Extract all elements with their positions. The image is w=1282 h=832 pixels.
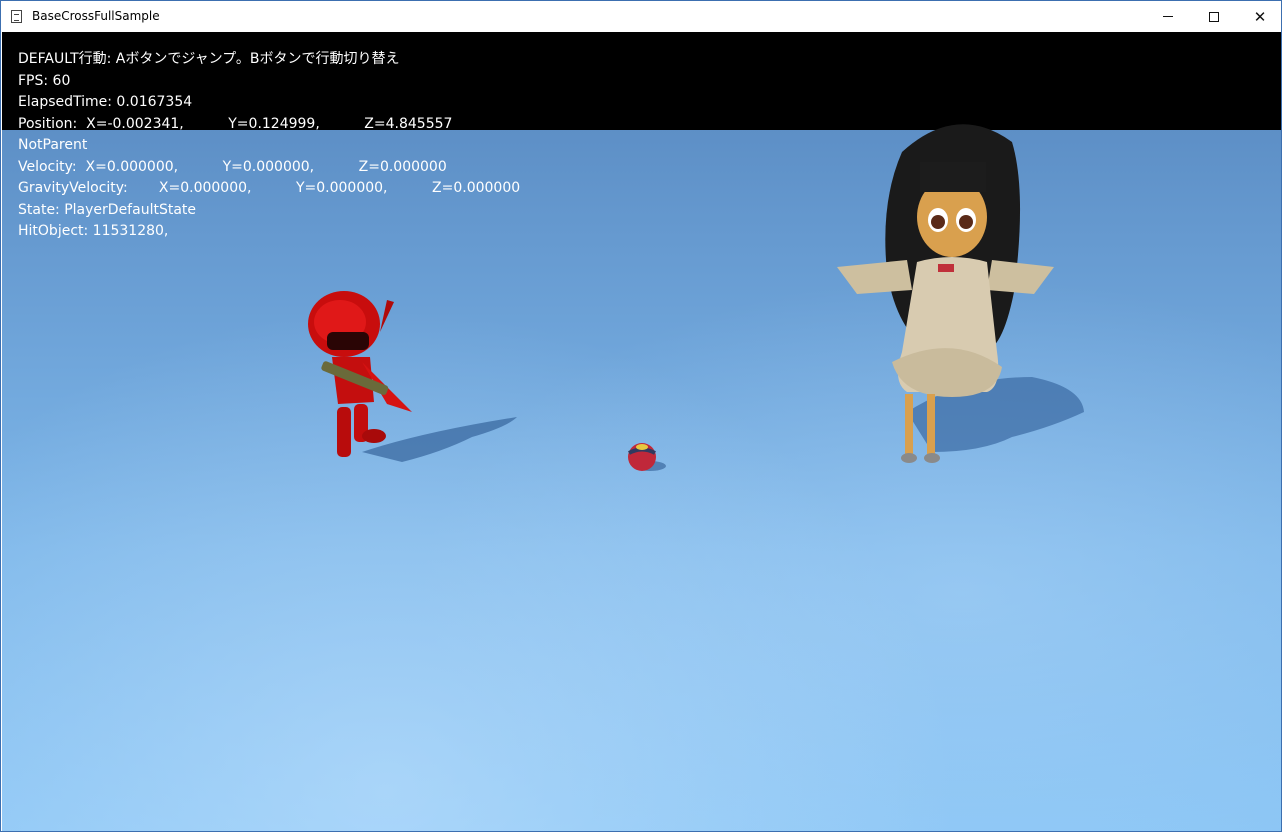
app-icon xyxy=(11,10,22,23)
red-robot-character xyxy=(308,291,412,457)
hud-gravity-velocity: GravityVelocity: X=0.000000, Y=0.000000,… xyxy=(18,180,521,196)
ball-player xyxy=(628,443,656,471)
hud-fps: FPS: 60 xyxy=(18,72,71,89)
title-bar[interactable]: BaseCrossFullSample ✕ xyxy=(1,1,1281,32)
maximize-icon xyxy=(1209,11,1219,22)
hud-elapsed-time: ElapsedTime: 0.0167354 xyxy=(18,94,193,110)
hud-hit-object: HitObject: 11531280, xyxy=(18,223,169,239)
window-title: BaseCrossFullSample xyxy=(32,9,160,23)
minimize-icon xyxy=(1163,16,1173,17)
close-button[interactable]: ✕ xyxy=(1237,1,1281,32)
hud-position: Position: X=-0.002341, Y=0.124999, Z=4.8… xyxy=(18,115,453,132)
hud-velocity: Velocity: X=0.000000, Y=0.000000, Z=0.00… xyxy=(18,158,447,175)
hud-state: State: PlayerDefaultState xyxy=(18,201,197,218)
close-icon: ✕ xyxy=(1253,7,1267,26)
robot-shadow xyxy=(362,417,517,462)
debug-hud: DEFAULT行動: Aボタンでジャンプ。Bボタンで行動切り替え FPS: 60… xyxy=(18,49,520,243)
app-window: BaseCrossFullSample ✕ DEFAULT行動: Aボタンでジャ… xyxy=(0,0,1282,832)
minimize-button[interactable] xyxy=(1145,1,1191,32)
game-viewport[interactable]: DEFAULT行動: Aボタンでジャンプ。Bボタンで行動切り替え FPS: 60… xyxy=(2,32,1281,831)
hud-action-line: DEFAULT行動: Aボタンでジャンプ。Bボタンで行動切り替え xyxy=(18,51,400,67)
hud-parent: NotParent xyxy=(18,137,88,153)
maximize-button[interactable] xyxy=(1191,1,1237,32)
